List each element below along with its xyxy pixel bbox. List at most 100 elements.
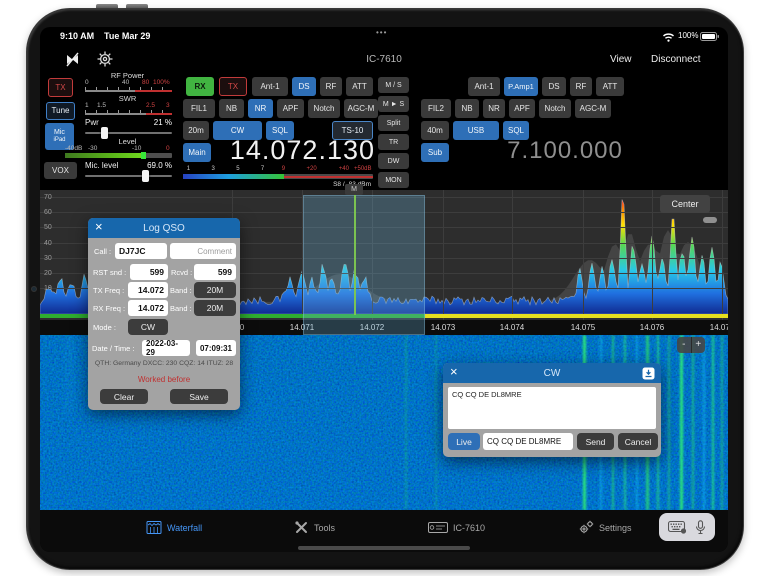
gear-icon[interactable] bbox=[96, 50, 114, 68]
main-frequency[interactable]: 14.072.130 bbox=[210, 135, 375, 166]
rcvd-input[interactable]: 599 bbox=[194, 264, 236, 280]
sub-nb-button[interactable]: NB bbox=[455, 99, 479, 118]
rst-snd-input[interactable]: 599 bbox=[130, 264, 168, 280]
signal-trace bbox=[712, 335, 714, 510]
main-nb-button[interactable]: NB bbox=[219, 99, 244, 118]
main-vfo-button[interactable]: Main bbox=[183, 143, 211, 162]
frequency-label: 14.074 bbox=[492, 323, 532, 332]
split-button[interactable]: Split bbox=[378, 115, 409, 131]
sub-apf-button[interactable]: APF bbox=[509, 99, 535, 118]
date-input[interactable]: 2022-03-29 bbox=[142, 340, 190, 356]
tx-band-button[interactable]: 20M bbox=[194, 282, 236, 298]
main-notch-button[interactable]: Notch bbox=[308, 99, 340, 118]
sub-nr-button[interactable]: NR bbox=[483, 99, 505, 118]
view-button[interactable]: View bbox=[610, 54, 632, 65]
sub-notch-button[interactable]: Notch bbox=[539, 99, 571, 118]
rx-band-button[interactable]: 20M bbox=[194, 300, 236, 316]
sub-ant1-button[interactable]: Ant-1 bbox=[468, 77, 500, 96]
log-qso-header[interactable]: Log QSO bbox=[88, 218, 240, 238]
main-ant1-button[interactable]: Ant-1 bbox=[252, 77, 288, 96]
tab-radio[interactable]: IC-7610 bbox=[428, 522, 485, 533]
save-button[interactable]: Save bbox=[170, 389, 228, 404]
main-apf-button[interactable]: APF bbox=[277, 99, 304, 118]
mic-label: Mic bbox=[54, 129, 65, 137]
sub-att-button[interactable]: ATT bbox=[596, 77, 624, 96]
tune-button[interactable]: Tune bbox=[46, 102, 75, 120]
disconnect-button[interactable]: Disconnect bbox=[651, 54, 700, 65]
call-input[interactable]: DJ7JC bbox=[115, 243, 167, 259]
tr-button[interactable]: TR bbox=[378, 134, 409, 150]
smeter-scale: 13579+20+40+50dB bbox=[183, 166, 373, 173]
tab-tools-label: Tools bbox=[314, 523, 335, 533]
cw-message-area[interactable]: CQ CQ DE DL8MRE bbox=[448, 387, 656, 429]
frequency-label: 14.073 bbox=[423, 323, 463, 332]
rf-tick: 100% bbox=[153, 79, 170, 86]
rst-snd-label: RST snd : bbox=[93, 268, 126, 277]
dw-button[interactable]: DW bbox=[378, 153, 409, 169]
spectrum-vgrid bbox=[443, 190, 444, 320]
spectrum-db-label: 70 bbox=[44, 194, 52, 201]
save-macro-icon[interactable] bbox=[642, 367, 655, 380]
main-band-button[interactable]: 20m bbox=[183, 121, 209, 140]
tab-settings[interactable]: Settings bbox=[578, 520, 632, 535]
tx-button[interactable]: TX bbox=[48, 78, 73, 97]
sub-vfo-button[interactable]: Sub bbox=[421, 143, 449, 162]
main-tx-button[interactable]: TX bbox=[219, 77, 247, 96]
cw-input[interactable]: CQ CQ DE DL8MRE bbox=[483, 433, 573, 450]
close-icon[interactable]: × bbox=[95, 219, 103, 234]
main-rf-button[interactable]: RF bbox=[320, 77, 342, 96]
datetime-label: Date / Time : bbox=[92, 344, 135, 353]
rx-freq-label: RX Freq : bbox=[93, 304, 125, 313]
main-att-button[interactable]: ATT bbox=[346, 77, 373, 96]
home-indicator[interactable] bbox=[298, 546, 470, 550]
band-label: Band : bbox=[170, 286, 192, 295]
spectrum-selection[interactable] bbox=[303, 195, 425, 335]
cw-header[interactable]: CW bbox=[443, 363, 661, 383]
main-ds-button[interactable]: DS bbox=[292, 77, 316, 96]
mic-level-slider[interactable] bbox=[85, 171, 172, 181]
tx-freq-input[interactable]: 14.072 bbox=[128, 282, 168, 298]
sub-fil2-button[interactable]: FIL2 bbox=[421, 99, 451, 118]
mic-level-value: 69.0 % bbox=[135, 161, 172, 170]
clear-button[interactable]: Clear bbox=[100, 389, 148, 404]
microphone-icon[interactable] bbox=[695, 520, 706, 535]
mic-level-slider-thumb[interactable] bbox=[142, 170, 149, 182]
cancel-button[interactable]: Cancel bbox=[618, 433, 658, 450]
mon-button[interactable]: MON bbox=[378, 172, 409, 188]
main-agc-button[interactable]: AGC-M bbox=[344, 99, 378, 118]
pwr-label: Pwr bbox=[85, 118, 99, 127]
battery-icon bbox=[700, 32, 720, 42]
m-to-s-button[interactable]: M ► S bbox=[378, 96, 409, 112]
sub-band-button[interactable]: 40m bbox=[421, 121, 449, 140]
sub-frequency[interactable]: 7.100.000 bbox=[480, 137, 650, 165]
live-button[interactable]: Live bbox=[448, 433, 480, 450]
time-input[interactable]: 07:09:31 bbox=[196, 340, 236, 356]
tab-waterfall[interactable]: Waterfall bbox=[146, 520, 202, 535]
vox-button[interactable]: VOX bbox=[44, 162, 77, 179]
status-date: Tue Mar 29 bbox=[104, 31, 150, 41]
close-icon[interactable]: × bbox=[450, 364, 458, 379]
level-meter bbox=[65, 153, 172, 158]
spectrum-vgrid bbox=[722, 190, 723, 320]
center-button[interactable]: Center bbox=[660, 195, 710, 213]
sub-agc-button[interactable]: AGC-M bbox=[575, 99, 611, 118]
antenna-disconnect-icon[interactable] bbox=[64, 51, 82, 68]
sub-ds-button[interactable]: DS bbox=[542, 77, 566, 96]
sub-rf-button[interactable]: RF bbox=[570, 77, 592, 96]
mode-button[interactable]: CW bbox=[128, 319, 168, 335]
tab-tools[interactable]: Tools bbox=[294, 520, 335, 535]
keyboard-icon[interactable] bbox=[668, 520, 687, 534]
mode-label: Mode : bbox=[93, 323, 116, 332]
zoom-in-button[interactable]: + bbox=[692, 337, 706, 353]
main-rx-button[interactable]: RX bbox=[186, 77, 214, 96]
rx-freq-input[interactable]: 14.072 bbox=[128, 300, 168, 316]
main-nr-button[interactable]: NR bbox=[248, 99, 273, 118]
zoom-out-button[interactable]: - bbox=[677, 337, 691, 353]
sub-pamp-button[interactable]: P.Amp1 bbox=[504, 77, 538, 96]
comment-input[interactable]: Comment bbox=[170, 243, 236, 259]
main-fil1-button[interactable]: FIL1 bbox=[183, 99, 215, 118]
waterfall-zoom-control[interactable]: - + bbox=[677, 337, 705, 353]
send-button[interactable]: Send bbox=[577, 433, 614, 450]
spectrum-scroll-handle[interactable] bbox=[703, 217, 717, 223]
ms-button[interactable]: M / S bbox=[378, 77, 409, 93]
